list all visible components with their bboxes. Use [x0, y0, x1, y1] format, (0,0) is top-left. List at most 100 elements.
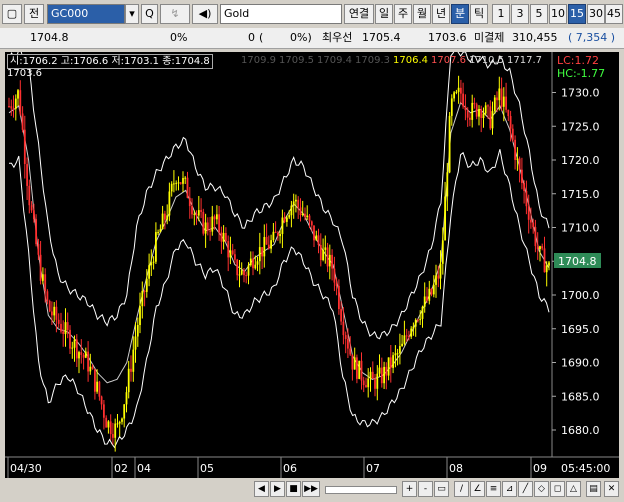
candle-body — [313, 225, 315, 241]
lc-label: LC:1.72 — [557, 54, 599, 67]
candle-body — [430, 288, 433, 295]
candle-body — [236, 259, 239, 276]
candle-body — [71, 347, 74, 349]
zoom-in-button[interactable]: + — [402, 481, 417, 497]
interval-button-30[interactable]: 30 — [587, 4, 605, 24]
candle-body — [448, 115, 451, 173]
price-chart[interactable]: 1730.01725.01720.01715.01710.01705.01700… — [5, 52, 619, 478]
candle-body — [57, 319, 60, 324]
candle-body — [127, 368, 130, 393]
interval-button-15[interactable]: 15 — [568, 4, 586, 24]
draw-tool-4-icon[interactable]: ⊿ — [502, 481, 517, 497]
candle-body — [362, 380, 365, 386]
chart-svg[interactable]: 1730.01725.01720.01715.01710.01705.01700… — [5, 52, 619, 478]
candle-body — [455, 91, 458, 93]
close-icon[interactable]: ✕ — [604, 481, 619, 497]
candle-body — [360, 360, 363, 381]
candle-body — [464, 106, 467, 111]
indicator-value: 1717.7 — [507, 55, 542, 66]
candle-body — [238, 274, 241, 276]
zoom-reset-button[interactable]: ▭ — [434, 481, 449, 497]
tab-mode-1[interactable]: 일 — [375, 4, 393, 24]
candle-body — [283, 217, 286, 222]
tab-mode-3[interactable]: 월 — [413, 4, 431, 24]
zoom-out-button[interactable]: - — [418, 481, 433, 497]
draw-tool-1-icon[interactable]: / — [454, 481, 469, 497]
candle-body — [272, 231, 275, 241]
nav-next-button[interactable]: ▶ — [270, 481, 285, 497]
candle-body — [62, 331, 65, 334]
candle-body — [457, 87, 460, 92]
y-tick-label: 1690.0 — [561, 357, 600, 370]
candle-body — [42, 274, 44, 281]
paren-open: ( — [259, 31, 264, 44]
tab-mode-4[interactable]: 년 — [432, 4, 450, 24]
draw-tool-2-icon[interactable]: ∠ — [470, 481, 485, 497]
candle-body — [432, 284, 435, 295]
interval-button-5[interactable]: 5 — [530, 4, 548, 24]
candle-body — [134, 336, 137, 350]
interval-button-10[interactable]: 10 — [549, 4, 567, 24]
x-tick-label: 04/30 — [10, 462, 42, 475]
nav-prev-button[interactable]: ◀ — [254, 481, 269, 497]
nav-stop-button[interactable]: ■ — [286, 481, 301, 497]
candle-body — [152, 261, 155, 263]
candle-body — [204, 222, 207, 234]
draw-tool-6-icon[interactable]: ◇ — [534, 481, 549, 497]
candle-body — [342, 321, 345, 336]
candle-body — [353, 357, 356, 370]
candle-body — [333, 268, 336, 283]
compare-icon[interactable]: ↯ — [160, 4, 190, 24]
indicator-values: 1709.9 1709.5 1709.4 1709.3 1706.4 1707.6 1710… — [241, 55, 545, 67]
candle-body — [331, 254, 333, 269]
interval-button-45[interactable]: 45 — [605, 4, 623, 24]
candle-body — [532, 222, 535, 228]
last-price-text: 1704.8 — [558, 255, 597, 268]
tab-mode-0[interactable]: 연결 — [344, 4, 374, 24]
candle-body — [166, 215, 169, 220]
best-ask: 1705.4 — [362, 31, 401, 44]
symbol-dropdown-arrow-icon[interactable]: ▾ — [125, 4, 139, 24]
draw-tool-3-icon[interactable]: ≡ — [486, 481, 501, 497]
indicator-value: 1707.6 — [431, 55, 466, 66]
settings-icon[interactable]: ▤ — [586, 481, 601, 497]
candle-body — [35, 219, 37, 245]
symbol-code-input[interactable]: GC000 — [47, 4, 125, 24]
nav-end-button[interactable]: ▶▶ — [302, 481, 320, 497]
candle-body — [191, 206, 193, 215]
candle-body — [213, 216, 216, 220]
candle-body — [130, 368, 132, 372]
candle-body — [193, 213, 196, 215]
window-icon[interactable]: ▢ — [2, 4, 22, 24]
draw-tool-8-icon[interactable]: △ — [566, 481, 581, 497]
candle-body — [421, 306, 424, 319]
candle-body — [145, 278, 148, 292]
candle-body — [480, 109, 483, 118]
search-icon[interactable]: Q — [141, 4, 158, 24]
candle-body — [471, 102, 474, 120]
candle-body — [516, 158, 519, 160]
scroll-slider[interactable] — [325, 486, 397, 494]
candle-body — [89, 366, 92, 372]
candle-body — [505, 96, 507, 110]
candle-body — [19, 90, 22, 114]
interval-button-3[interactable]: 3 — [511, 4, 529, 24]
time-label: 05:45:00 — [561, 462, 610, 475]
draw-tool-5-icon[interactable]: ╱ — [518, 481, 533, 497]
candle-body — [500, 88, 503, 107]
candle-body — [428, 288, 431, 301]
draw-tool-7-icon[interactable]: ◻ — [550, 481, 565, 497]
tab-mode-2[interactable]: 주 — [394, 4, 412, 24]
candle-body — [389, 357, 392, 368]
current-price: 1704.8 — [30, 31, 69, 44]
candle-body — [159, 229, 162, 233]
candle-body — [396, 353, 399, 355]
sound-icon[interactable]: ◀) — [192, 4, 218, 24]
candle-body — [380, 367, 383, 384]
tab-mode-5[interactable]: 분 — [451, 4, 469, 24]
interval-button-1[interactable]: 1 — [492, 4, 510, 24]
view-toggle-button[interactable]: 전 — [24, 4, 44, 24]
tab-mode-6[interactable]: 틱 — [470, 4, 488, 24]
candle-body — [462, 93, 464, 107]
current-value-label: 1703.6 — [7, 68, 42, 79]
